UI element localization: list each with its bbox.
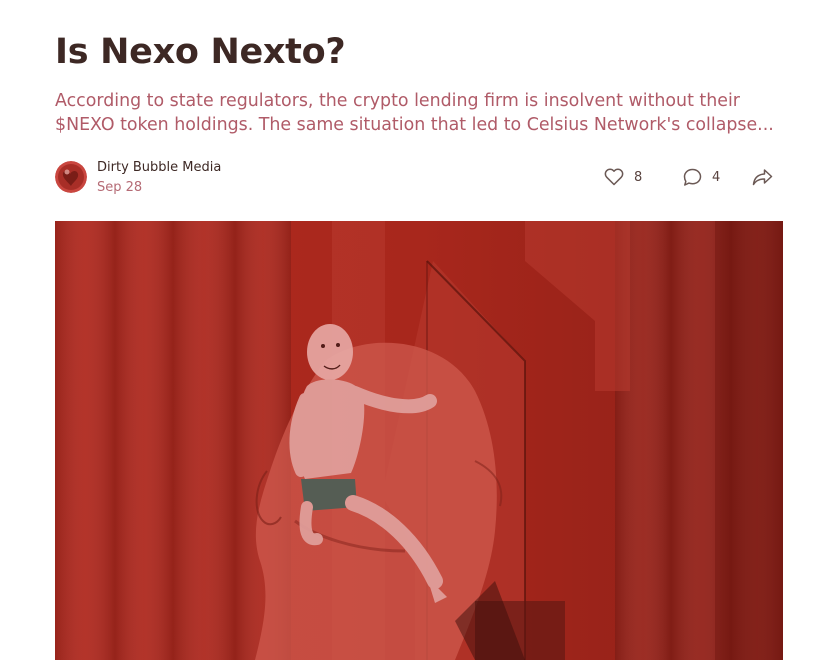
- author-name[interactable]: Dirty Bubble Media: [97, 160, 221, 175]
- share-button[interactable]: [752, 166, 773, 188]
- comment-button[interactable]: 4: [683, 166, 720, 188]
- subtitle-line: $NEXO token holdings. The same situation…: [55, 115, 774, 135]
- post-subtitle: According to state regulators, the crypt…: [55, 89, 785, 137]
- comment-bubble-icon: [683, 168, 702, 186]
- like-button[interactable]: 8: [604, 166, 642, 188]
- post-date: Sep 28: [97, 180, 143, 195]
- comment-count: 4: [712, 169, 721, 185]
- subtitle-line: According to state regulators, the crypt…: [55, 91, 740, 111]
- avatar-red-bubble-icon: [55, 161, 87, 193]
- heart-icon: [604, 168, 624, 186]
- share-arrow-icon: [752, 169, 773, 186]
- author-avatar[interactable]: [55, 161, 87, 193]
- hero-image[interactable]: [55, 221, 783, 660]
- post-title: Is Nexo Nexto?: [55, 32, 346, 72]
- like-count: 8: [634, 169, 643, 185]
- post-header: Is Nexo Nexto? According to state regula…: [0, 0, 834, 660]
- hero-illustration: [55, 221, 783, 660]
